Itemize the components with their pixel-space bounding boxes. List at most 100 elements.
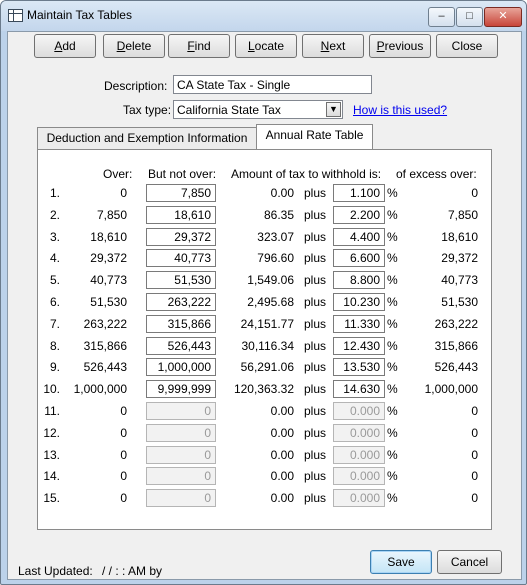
withhold-amount: 1,549.06 [247, 273, 294, 287]
excess-over-value: 40,773 [441, 273, 478, 287]
rate-percent-input[interactable]: 0.000 [333, 489, 385, 507]
how-is-this-used-link[interactable]: How is this used? [353, 103, 447, 117]
rate-percent-input[interactable]: 6.600 [333, 249, 385, 267]
tab-deduction-exemption[interactable]: Deduction and Exemption Information [37, 127, 257, 149]
rate-percent-input[interactable]: 1.100 [333, 184, 385, 202]
but-not-over-input[interactable]: 7,850 [146, 184, 216, 202]
but-not-over-input[interactable]: 18,610 [146, 206, 216, 224]
row-number: 14. [43, 469, 60, 483]
plus-label: plus [303, 448, 326, 462]
over-value: 0 [120, 186, 127, 200]
row-number: 6. [49, 295, 60, 309]
description-field[interactable]: CA State Tax - Single [173, 75, 372, 94]
row-number: 15. [43, 491, 60, 505]
rate-percent-input[interactable]: 0.000 [333, 402, 385, 420]
percent-sign: % [387, 448, 398, 462]
header-of-excess-over: of excess over: [396, 167, 477, 181]
withhold-amount: 56,291.06 [240, 360, 294, 374]
withhold-amount: 0.00 [270, 469, 294, 483]
row-number: 1. [49, 186, 60, 200]
tax-type-select[interactable]: California State Tax ▼ [173, 100, 343, 119]
rate-percent-input[interactable]: 14.630 [333, 380, 385, 398]
previous-button[interactable]: Previous [369, 34, 431, 58]
annual-rate-table-panel: Over: But not over: Amount of tax to wit… [37, 149, 492, 530]
withhold-amount: 323.07 [257, 230, 294, 244]
percent-sign: % [387, 339, 398, 353]
withhold-amount: 796.60 [257, 251, 294, 265]
but-not-over-input[interactable]: 9,999,999 [146, 380, 216, 398]
plus-label: plus [303, 317, 326, 331]
but-not-over-input[interactable]: 51,530 [146, 271, 216, 289]
minimize-button[interactable]: – [428, 7, 455, 27]
plus-label: plus [303, 491, 326, 505]
but-not-over-input[interactable]: 526,443 [146, 337, 216, 355]
but-not-over-input[interactable]: 0 [146, 467, 216, 485]
chevron-down-icon[interactable]: ▼ [326, 102, 341, 117]
add-button[interactable]: Add [34, 34, 96, 58]
excess-over-value: 0 [471, 469, 478, 483]
plus-label: plus [303, 251, 326, 265]
next-button[interactable]: Next [302, 34, 364, 58]
percent-sign: % [387, 186, 398, 200]
row-number: 5. [49, 273, 60, 287]
but-not-over-input[interactable]: 29,372 [146, 228, 216, 246]
over-value: 0 [120, 426, 127, 440]
rate-percent-input[interactable]: 2.200 [333, 206, 385, 224]
excess-over-value: 0 [471, 448, 478, 462]
header-over: Over: [103, 167, 133, 181]
find-button[interactable]: Find [168, 34, 230, 58]
but-not-over-input[interactable]: 0 [146, 446, 216, 464]
over-value: 526,443 [83, 360, 127, 374]
but-not-over-input[interactable]: 315,866 [146, 315, 216, 333]
percent-sign: % [387, 230, 398, 244]
rate-percent-input[interactable]: 13.530 [333, 358, 385, 376]
withhold-amount: 86.35 [263, 208, 294, 222]
rate-percent-input[interactable]: 12.430 [333, 337, 385, 355]
percent-sign: % [387, 273, 398, 287]
excess-over-value: 0 [471, 426, 478, 440]
excess-over-value: 315,866 [434, 339, 478, 353]
title-bar: Maintain Tax Tables – □ ✕ [1, 1, 526, 31]
rate-percent-input[interactable]: 11.330 [333, 315, 385, 333]
delete-button[interactable]: Delete [103, 34, 165, 58]
but-not-over-input[interactable]: 0 [146, 424, 216, 442]
but-not-over-input[interactable]: 0 [146, 402, 216, 420]
header-but-not-over: But not over: [148, 167, 217, 181]
rate-percent-input[interactable]: 0.000 [333, 446, 385, 464]
rate-percent-input[interactable]: 10.230 [333, 293, 385, 311]
percent-sign: % [387, 491, 398, 505]
table-icon [8, 9, 23, 22]
over-value: 315,866 [83, 339, 127, 353]
excess-over-value: 526,443 [434, 360, 478, 374]
over-value: 18,610 [90, 230, 127, 244]
but-not-over-input[interactable]: 1,000,000 [146, 358, 216, 376]
over-value: 0 [120, 469, 127, 483]
percent-sign: % [387, 382, 398, 396]
close-window-button[interactable]: ✕ [484, 7, 522, 27]
percent-sign: % [387, 404, 398, 418]
cancel-button[interactable]: Cancel [437, 550, 502, 574]
plus-label: plus [303, 230, 326, 244]
row-number: 9. [49, 360, 60, 374]
rate-percent-input[interactable]: 0.000 [333, 424, 385, 442]
save-button[interactable]: Save [370, 550, 432, 574]
maximize-button[interactable]: □ [456, 7, 483, 27]
rate-percent-input[interactable]: 0.000 [333, 467, 385, 485]
rate-percent-input[interactable]: 8.800 [333, 271, 385, 289]
but-not-over-input[interactable]: 263,222 [146, 293, 216, 311]
plus-label: plus [303, 404, 326, 418]
excess-over-value: 0 [471, 186, 478, 200]
but-not-over-input[interactable]: 0 [146, 489, 216, 507]
withhold-amount: 0.00 [270, 404, 294, 418]
plus-label: plus [303, 273, 326, 287]
row-number: 11. [44, 404, 60, 418]
close-button[interactable]: Close [436, 34, 498, 58]
locate-button[interactable]: Locate [235, 34, 297, 58]
rate-percent-input[interactable]: 4.400 [333, 228, 385, 246]
tab-annual-rate-table[interactable]: Annual Rate Table [256, 124, 373, 149]
over-value: 29,372 [90, 251, 127, 265]
row-number: 2. [49, 208, 60, 222]
percent-sign: % [387, 208, 398, 222]
tax-type-label: Tax type: [123, 103, 172, 117]
but-not-over-input[interactable]: 40,773 [146, 249, 216, 267]
